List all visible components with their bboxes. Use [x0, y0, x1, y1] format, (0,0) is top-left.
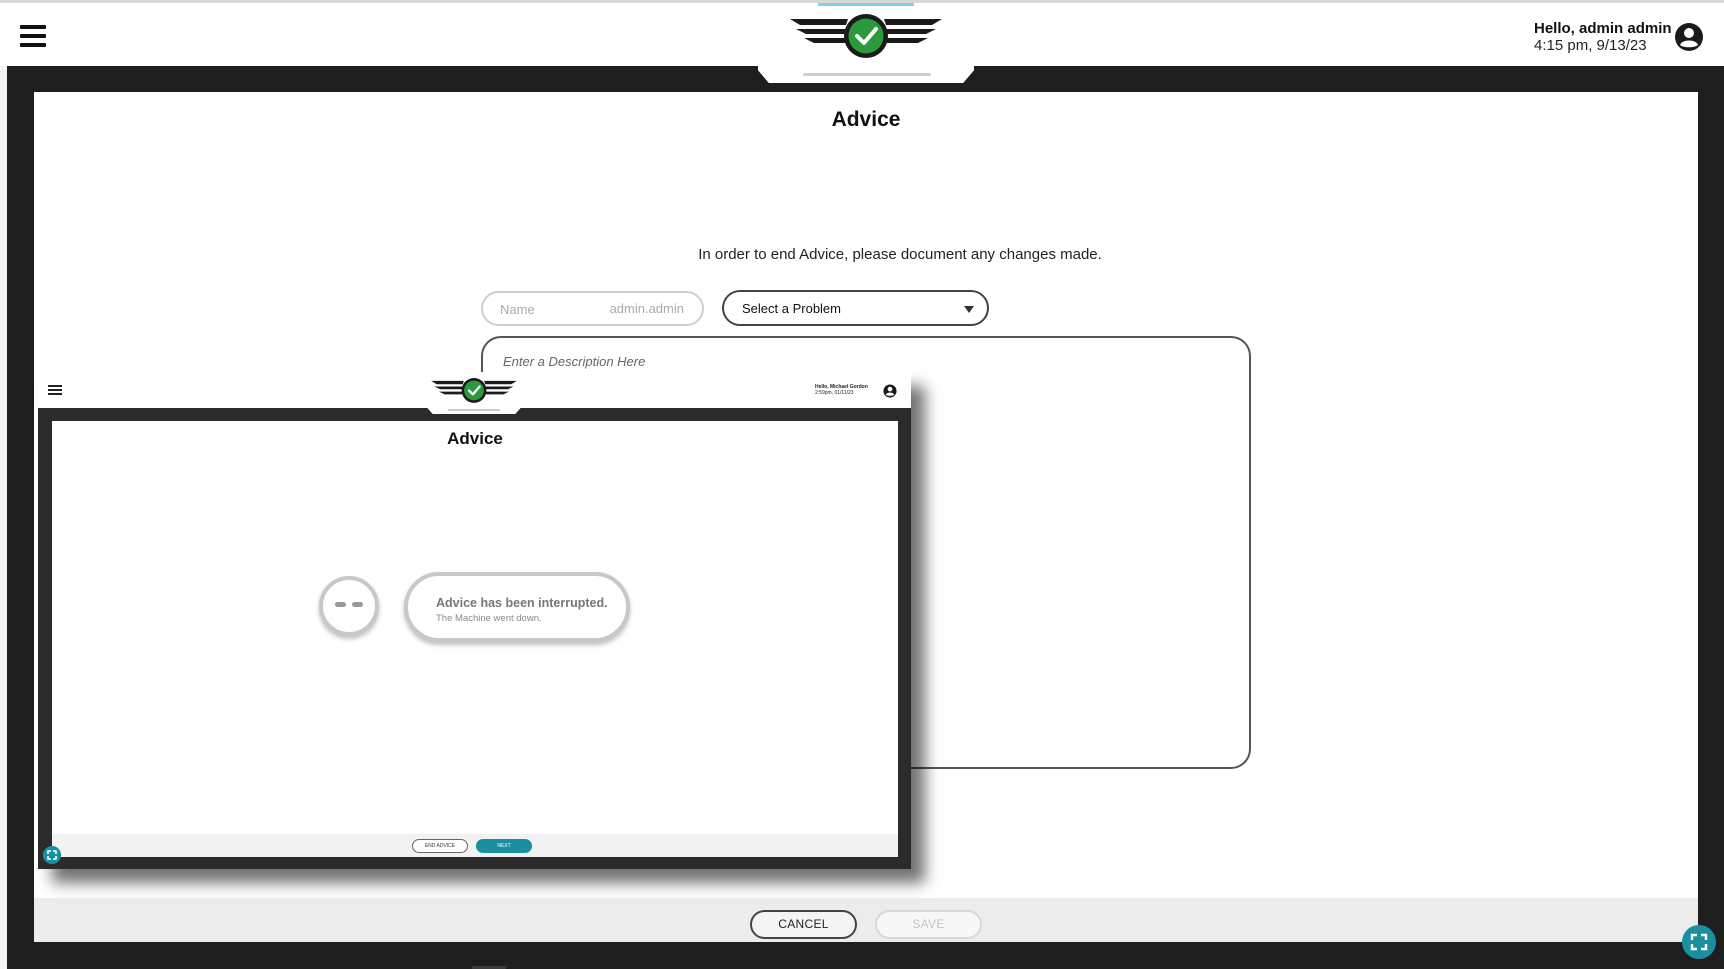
app-logo-icon: [790, 14, 942, 58]
save-button[interactable]: SAVE: [875, 910, 982, 939]
embedded-user-info: Hello, Michael Gordon 2:59pm, 01/11/23: [815, 384, 868, 396]
embedded-logo-icon: [431, 378, 517, 403]
neutral-face-icon: [319, 576, 379, 636]
embedded-user-icon: [883, 384, 897, 398]
embedded-expand-icon: [43, 846, 61, 864]
status-title: Advice has been interrupted.: [436, 596, 608, 610]
fullscreen-expand-icon[interactable]: [1682, 925, 1716, 959]
description-placeholder: Enter a Description Here: [503, 354, 646, 369]
problem-select[interactable]: Select a Problem: [722, 290, 989, 326]
embedded-end-advice-button: END ADVICE: [412, 839, 468, 853]
hamburger-menu-icon[interactable]: [20, 25, 46, 47]
left-edge: [0, 66, 7, 969]
embedded-datetime: 2:59pm, 01/11/23: [815, 390, 854, 396]
cancel-button[interactable]: CANCEL: [750, 910, 857, 939]
app-logo-tab: [758, 3, 974, 83]
problem-select-value: Select a Problem: [742, 301, 841, 316]
embedded-hamburger-icon: [48, 385, 62, 395]
chevron-down-icon: [964, 306, 974, 313]
status-detail: The Machine went down.: [436, 613, 542, 624]
embedded-footer: END ADVICE NEXT: [52, 834, 898, 857]
embedded-logo-tab: [426, 372, 522, 414]
top-header: Hello, admin admin 4:15 pm, 9/13/23: [0, 0, 1724, 83]
embedded-content: Advice Advice has been interrupted. The …: [52, 421, 898, 857]
user-account-icon[interactable]: [1674, 22, 1704, 52]
embedded-title: Advice: [447, 429, 503, 448]
current-datetime: 4:15 pm, 9/13/23: [1534, 37, 1647, 54]
form-footer: CANCEL SAVE: [34, 898, 1698, 942]
user-greeting: Hello, admin admin: [1534, 20, 1672, 37]
name-field-label: Name: [500, 302, 535, 317]
embedded-header: Hello, Michael Gordon 2:59pm, 01/11/23: [38, 372, 911, 414]
embedded-screenshot: Hello, Michael Gordon 2:59pm, 01/11/23 A…: [38, 372, 911, 869]
status-bubble: Advice has been interrupted. The Machine…: [404, 572, 630, 642]
name-field[interactable]: Name admin.admin: [481, 291, 704, 326]
embedded-next-button: NEXT: [476, 839, 532, 853]
user-info: Hello, admin admin 4:15 pm, 9/13/23: [1534, 20, 1672, 54]
instruction-text: In order to end Advice, please document …: [698, 246, 1102, 263]
name-field-value: admin.admin: [609, 301, 684, 316]
page-title: Advice: [831, 108, 901, 131]
